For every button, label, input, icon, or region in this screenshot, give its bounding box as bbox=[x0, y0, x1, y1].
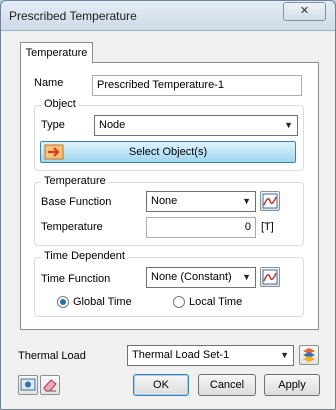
chevron-down-icon: ▼ bbox=[284, 120, 293, 130]
chevron-down-icon: ▼ bbox=[242, 272, 251, 282]
object-group-title: Object bbox=[41, 98, 79, 110]
temperature-label: Temperature bbox=[41, 221, 103, 233]
chevron-down-icon: ▼ bbox=[280, 350, 289, 360]
local-time-label: Local Time bbox=[189, 296, 243, 308]
function-graph-icon bbox=[262, 269, 278, 285]
select-arrow-icon bbox=[44, 144, 64, 160]
temperature-value: 0 bbox=[244, 221, 251, 233]
tab-label: Temperature bbox=[25, 47, 88, 59]
layers-icon bbox=[303, 348, 315, 362]
base-function-value: None bbox=[151, 195, 178, 207]
clear-button[interactable] bbox=[40, 375, 60, 395]
apply-button[interactable]: Apply bbox=[264, 374, 320, 396]
ok-button[interactable]: OK bbox=[133, 374, 189, 396]
type-label: Type bbox=[41, 119, 65, 131]
dialog-window: Prescribed Temperature ✕ Temperature Nam… bbox=[0, 0, 336, 410]
local-time-radio[interactable] bbox=[173, 296, 185, 308]
screen-capture-icon bbox=[20, 378, 36, 391]
apply-label: Apply bbox=[278, 379, 306, 391]
cancel-button[interactable]: Cancel bbox=[198, 374, 256, 396]
tab-temperature[interactable]: Temperature bbox=[20, 42, 93, 63]
select-objects-button[interactable]: Select Object(s) bbox=[40, 141, 296, 163]
time-dependent-group-title: Time Dependent bbox=[41, 250, 128, 262]
base-function-label: Base Function bbox=[41, 196, 112, 208]
close-button[interactable]: ✕ bbox=[283, 2, 326, 21]
time-function-label: Time Function bbox=[41, 273, 111, 285]
thermal-load-label: Thermal Load bbox=[18, 350, 86, 362]
time-function-value: None (Constant) bbox=[151, 271, 232, 283]
ok-label: OK bbox=[153, 379, 169, 391]
base-function-editor-button[interactable] bbox=[260, 191, 280, 211]
global-time-radio[interactable] bbox=[57, 296, 69, 308]
time-function-select[interactable]: None (Constant) ▼ bbox=[146, 267, 256, 288]
function-graph-icon bbox=[262, 193, 278, 209]
cancel-label: Cancel bbox=[209, 379, 245, 391]
thermal-load-set-button[interactable] bbox=[299, 345, 319, 365]
select-objects-label: Select Object(s) bbox=[128, 146, 208, 158]
temperature-unit: [T] bbox=[261, 221, 274, 233]
thermal-load-select[interactable]: Thermal Load Set-1 ▼ bbox=[127, 345, 294, 366]
eraser-icon bbox=[43, 379, 57, 392]
temperature-group-title: Temperature bbox=[41, 175, 109, 187]
screen-capture-button[interactable] bbox=[18, 375, 38, 395]
chevron-down-icon: ▼ bbox=[242, 196, 251, 206]
base-function-select[interactable]: None ▼ bbox=[146, 191, 256, 212]
global-time-label: Global Time bbox=[73, 296, 132, 308]
title-bar: Prescribed Temperature ✕ bbox=[1, 1, 335, 31]
close-icon: ✕ bbox=[299, 5, 310, 17]
name-label: Name bbox=[34, 77, 64, 89]
temperature-input[interactable]: 0 bbox=[146, 217, 256, 238]
thermal-load-value: Thermal Load Set-1 bbox=[132, 349, 230, 361]
type-select[interactable]: Node ▼ bbox=[94, 115, 298, 136]
window-title: Prescribed Temperature bbox=[9, 9, 137, 23]
name-input[interactable]: Prescribed Temperature-1 bbox=[92, 75, 302, 96]
name-value: Prescribed Temperature-1 bbox=[97, 79, 224, 91]
time-function-editor-button[interactable] bbox=[260, 267, 280, 287]
type-value: Node bbox=[99, 119, 126, 131]
